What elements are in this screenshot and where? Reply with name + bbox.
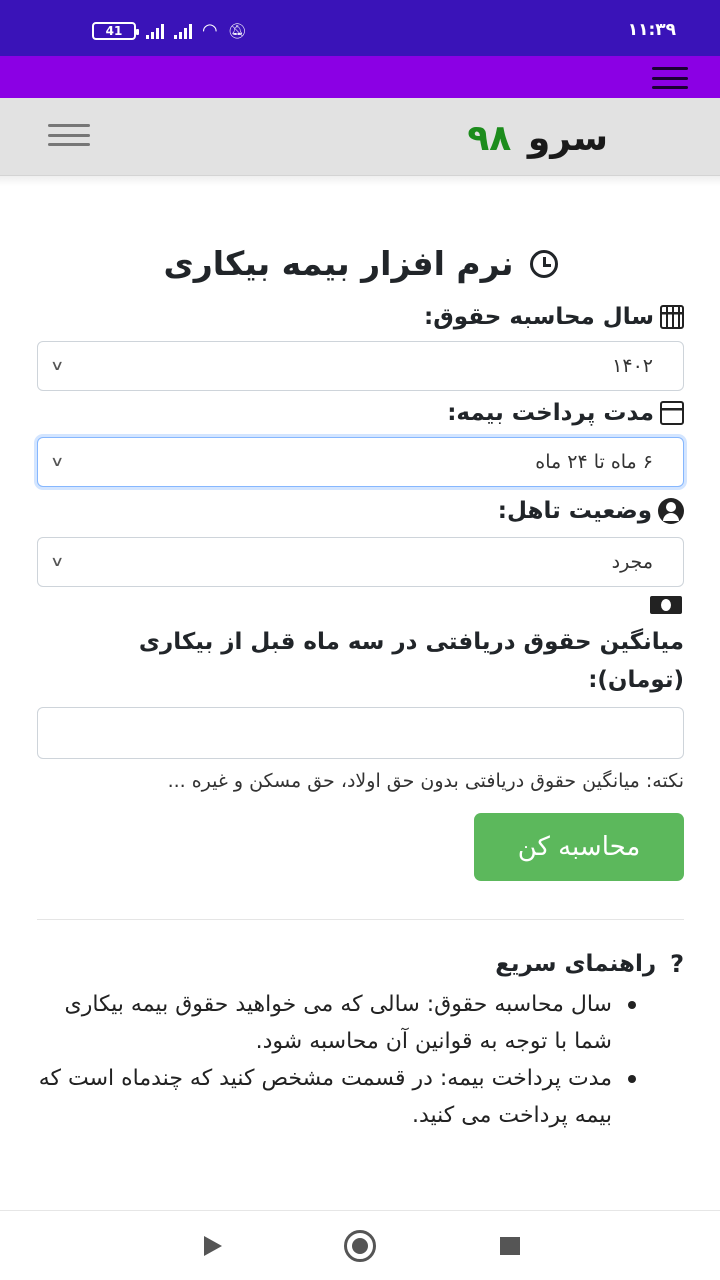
- salary-label: میانگین حقوق دریافتی در سه ماه قبل از بی…: [138, 629, 684, 693]
- duration-label-text: مدت پرداخت بیمه:: [447, 400, 654, 426]
- calculate-button[interactable]: محاسبه کن: [474, 813, 684, 881]
- clock-icon: [529, 249, 558, 278]
- calendar-icon: [660, 401, 684, 425]
- marital-label-text: وضعیت تاهل:: [497, 498, 652, 524]
- signal-icon: [146, 23, 164, 39]
- navigation-bar: [0, 1210, 720, 1280]
- logo-number: ۹۸: [467, 118, 512, 159]
- status-bar: 41 ◠ 🔕︎ ۱۱:۳۹: [0, 0, 720, 56]
- guide-list: سال محاسبه حقوق: سالی که می خواهید حقوق …: [37, 986, 684, 1134]
- page-title: نرم افزار بیمه بیکاری: [37, 244, 684, 283]
- site-menu-icon[interactable]: [48, 124, 90, 146]
- calendar-icon: [660, 305, 684, 329]
- wifi-icon: ◠: [202, 20, 218, 41]
- hamburger-menu-icon[interactable]: [652, 67, 688, 89]
- guide-item: سال محاسبه حقوق: سالی که می خواهید حقوق …: [37, 986, 636, 1060]
- divider: [37, 919, 684, 920]
- guide-item: مدت پرداخت بیمه: در قسمت مشخص کنید که چن…: [37, 1060, 636, 1134]
- marital-select[interactable]: مجرد ∨: [37, 537, 684, 587]
- duration-label: مدت پرداخت بیمه:: [37, 393, 684, 433]
- money-bill-icon: [650, 596, 682, 614]
- battery-icon: 41: [92, 22, 139, 40]
- chevron-down-icon: ∨: [49, 358, 65, 374]
- home-icon[interactable]: [344, 1230, 376, 1262]
- page-title-text: نرم افزار بیمه بیکاری: [163, 244, 514, 283]
- main-content: نرم افزار بیمه بیکاری سال محاسبه حقوق: ۱…: [37, 186, 684, 1134]
- marital-select-value: مجرد: [611, 551, 653, 573]
- battery-level: 41: [105, 24, 123, 38]
- signal-icon: [174, 23, 192, 39]
- site-logo[interactable]: سرو ۹۸: [467, 118, 608, 159]
- question-icon: ?: [670, 950, 684, 978]
- app-bar: [0, 56, 720, 98]
- guide-title: ? راهنمای سریع: [37, 950, 684, 978]
- mute-icon: 🔕︎: [227, 22, 247, 40]
- year-select-value: ۱۴۰۲: [612, 355, 653, 377]
- logo-text: سرو: [527, 118, 608, 159]
- chevron-down-icon: ∨: [49, 554, 65, 570]
- duration-select[interactable]: ۶ ماه تا ۲۴ ماه ∨: [37, 437, 684, 487]
- site-header: سرو ۹۸: [0, 98, 720, 176]
- year-label-text: سال محاسبه حقوق:: [424, 304, 654, 330]
- marital-label: وضعیت تاهل:: [37, 491, 684, 531]
- back-icon[interactable]: [204, 1236, 222, 1256]
- salary-input[interactable]: [37, 707, 684, 759]
- user-circle-icon: [658, 498, 684, 524]
- chevron-down-icon: ∨: [49, 454, 65, 470]
- salary-note: نکته: میانگین حقوق دریافتی بدون حق اولاد…: [167, 770, 684, 792]
- money-icon-row: [37, 587, 684, 623]
- status-icons: 41 ◠ 🔕︎: [92, 22, 247, 40]
- recent-apps-icon[interactable]: [500, 1237, 520, 1255]
- year-label: سال محاسبه حقوق:: [37, 297, 684, 337]
- header-shadow: [0, 176, 720, 186]
- year-select[interactable]: ۱۴۰۲ ∨: [37, 341, 684, 391]
- guide-title-text: راهنمای سریع: [495, 951, 657, 977]
- status-time: ۱۱:۳۹: [627, 20, 676, 40]
- duration-select-value: ۶ ماه تا ۲۴ ماه: [535, 451, 653, 473]
